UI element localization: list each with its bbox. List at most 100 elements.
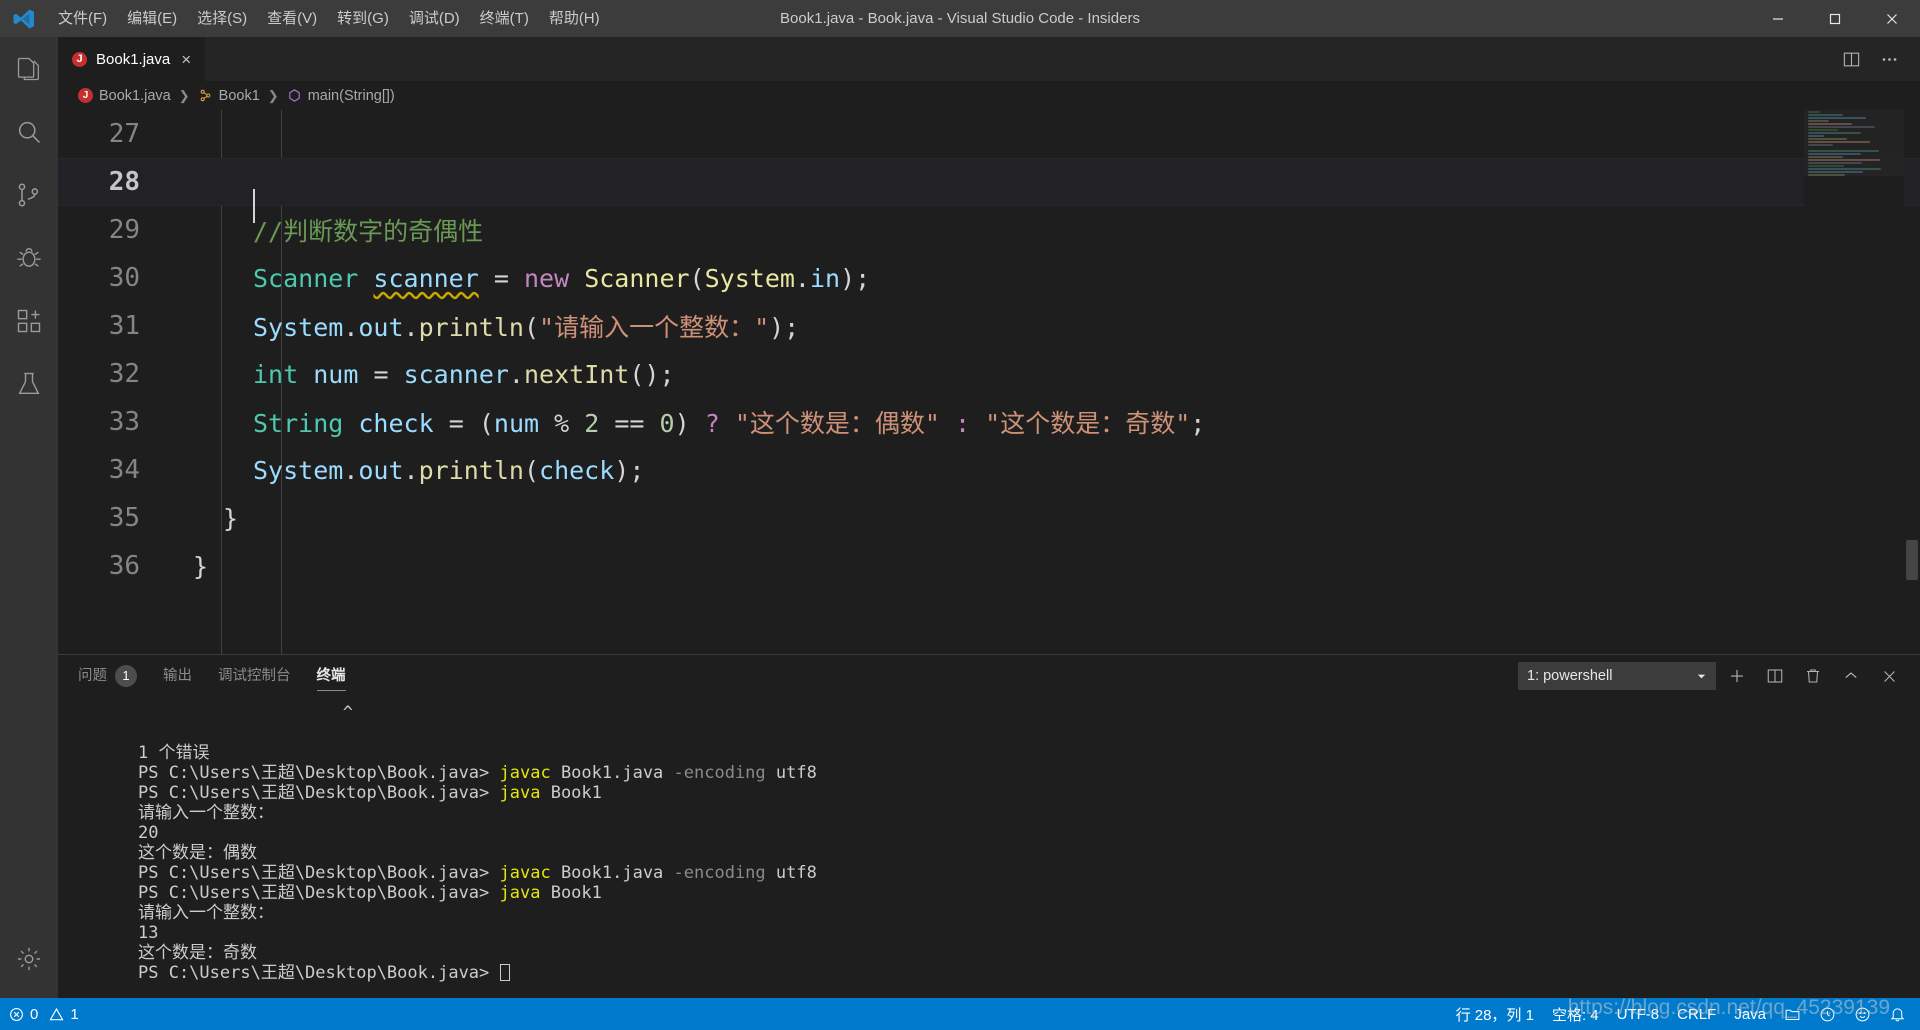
terminal-line-11: 13 <box>138 923 1920 943</box>
folder-icon[interactable] <box>1775 998 1810 1030</box>
code-line-30[interactable]: 30 Scanner scanner = new Scanner(System.i… <box>58 254 1920 302</box>
menu-item-4[interactable]: 转到(G) <box>327 0 399 37</box>
extensions-icon[interactable] <box>0 289 58 352</box>
trash-icon[interactable] <box>1796 659 1830 693</box>
code-line-28[interactable]: 28 <box>58 158 1920 223</box>
tabs-spacer <box>206 37 1834 81</box>
breadcrumb-item-1[interactable]: Book1 <box>198 88 260 104</box>
split-icon[interactable] <box>1758 659 1792 693</box>
menu-item-7[interactable]: 帮助(H) <box>539 0 610 37</box>
code-token: } <box>223 503 239 533</box>
code-token: . <box>343 313 359 342</box>
terminal-line-13: PS C:\Users\王超\Desktop\Book.java> <box>138 963 1920 983</box>
code-token: ); <box>840 263 871 293</box>
code-line-27[interactable]: 27 <box>58 110 1920 158</box>
menu-item-5[interactable]: 调试(D) <box>399 0 470 37</box>
terminal-text: javac <box>499 863 551 883</box>
breadcrumb: J Book1.java ❯ Book1 ❯ main(String[]) <box>58 81 1920 110</box>
menu-item-3[interactable]: 查看(V) <box>257 0 327 37</box>
warning-icon <box>49 1007 64 1022</box>
code-line-31[interactable]: 31 System.out.println("请输入一个整数："); <box>58 302 1920 350</box>
terminal-text: utf8 <box>765 763 817 783</box>
close-icon[interactable] <box>1872 659 1906 693</box>
code-token: new <box>523 263 570 293</box>
code-line-29[interactable]: 29 //判断数字的奇偶性 <box>58 206 1920 254</box>
terminal-line-9: PS C:\Users\王超\Desktop\Book.java> java B… <box>138 883 1920 903</box>
split-editor-icon[interactable] <box>1834 42 1868 76</box>
code-token: check <box>539 455 615 485</box>
menu-item-2[interactable]: 选择(S) <box>187 0 257 37</box>
tab-book1-java[interactable]: J Book1.java × <box>58 37 207 81</box>
editor-group: J Book1.java × J Book1.java ❯ Book1 ❯ ma… <box>58 37 1920 998</box>
code-token: . <box>403 455 419 485</box>
plus-icon[interactable] <box>1720 659 1754 693</box>
maximize-icon[interactable] <box>1806 0 1863 37</box>
terminal-cursor <box>499 964 510 981</box>
code-line-34[interactable]: 34 System.out.println(check); <box>58 446 1920 494</box>
method-icon <box>287 88 302 103</box>
menu-item-6[interactable]: 终端(T) <box>470 0 539 37</box>
menu-item-1[interactable]: 编辑(E) <box>117 0 187 37</box>
breadcrumb-item-0[interactable]: J Book1.java <box>78 88 171 104</box>
code-line-33[interactable]: 33 String check = (num % 2 == 0) ? "这个数是：… <box>58 398 1920 446</box>
terminal-selector[interactable]: 1: powershell <box>1518 662 1716 690</box>
chevron-up-icon[interactable] <box>1834 659 1868 693</box>
panel-tab-2[interactable]: 调试控制台 <box>218 655 291 697</box>
code-token: ) <box>674 409 690 438</box>
panel-tab-3[interactable]: 终端 <box>316 655 346 697</box>
source-control-icon[interactable] <box>0 163 58 226</box>
panel-tab-0[interactable]: 问题 1 <box>78 655 137 697</box>
panel-tab-1[interactable]: 输出 <box>163 655 192 697</box>
code-token: in <box>809 263 841 293</box>
search-icon[interactable] <box>0 100 58 163</box>
scrollbar-thumb[interactable] <box>1906 540 1918 580</box>
terminal-text: Book1.java <box>550 863 674 883</box>
code-token: "这个数是：奇数" <box>985 409 1191 438</box>
line-number: 35 <box>108 503 140 533</box>
code-token: . <box>403 313 419 342</box>
code-line-35[interactable]: 35} <box>58 494 1920 542</box>
files-icon[interactable] <box>0 37 58 100</box>
debug-icon[interactable] <box>0 226 58 289</box>
terminal-line-3: PS C:\Users\王超\Desktop\Book.java> javac … <box>138 763 1920 783</box>
code-line-36[interactable]: 36} <box>58 542 1920 590</box>
terminal-text: 1 个错误 <box>138 743 210 763</box>
terminal-text: javac <box>499 763 551 783</box>
code-token: ( <box>523 313 540 342</box>
editor-scrollbar[interactable] <box>1904 110 1920 654</box>
code-token: Scanner <box>253 263 359 293</box>
status-errors-warnings[interactable]: 0 1 <box>0 998 88 1030</box>
bell-icon[interactable] <box>1880 998 1920 1030</box>
code-token: "请输入一个整数：" <box>539 313 770 342</box>
smiley-icon[interactable] <box>1845 998 1880 1030</box>
breadcrumb-label: main(String[]) <box>307 87 395 104</box>
code-token: nextInt <box>523 359 630 389</box>
code-token: System <box>253 455 344 485</box>
status-indentation[interactable]: 空格: 4 <box>1543 998 1608 1030</box>
terminal-text: PS C:\Users\王超\Desktop\Book.java> <box>138 783 500 803</box>
close-icon[interactable]: × <box>179 51 193 68</box>
code-editor[interactable]: 27 28 29 //判断数字的奇偶性 30 Scanner scanner = new … <box>58 110 1920 654</box>
code-line-32[interactable]: 32 int num = scanner.nextInt(); <box>58 350 1920 398</box>
error-icon <box>9 1007 24 1022</box>
ellipsis-icon[interactable] <box>1872 42 1906 76</box>
status-language-mode[interactable]: Java <box>1725 998 1775 1030</box>
status-cursor-position[interactable]: 行 28，列 1 <box>1447 998 1543 1030</box>
code-lines: 27 28 29 //判断数字的奇偶性 30 Scanner scanner = new … <box>58 110 1920 654</box>
clock-icon[interactable] <box>1810 998 1845 1030</box>
terminal-output[interactable]: ^ 1 个错误 PS C:\Users\王超\Desktop\Book.java> … <box>58 697 1920 998</box>
menu-item-0[interactable]: 文件(F) <box>48 0 117 37</box>
close-icon[interactable] <box>1863 0 1920 37</box>
beaker-icon[interactable] <box>0 352 58 415</box>
status-eol[interactable]: CRLF <box>1668 998 1725 1030</box>
code-token: == <box>614 409 645 438</box>
code-token: println <box>418 455 524 485</box>
terminal-text: utf8 <box>765 863 817 883</box>
breadcrumb-item-2[interactable]: main(String[]) <box>287 88 395 104</box>
status-encoding[interactable]: UTF-8 <box>1608 998 1669 1030</box>
minimize-icon[interactable] <box>1749 0 1806 37</box>
menu-bar[interactable]: 文件(F) 编辑(E) 选择(S) 查看(V) 转到(G) 调试(D) 终端(T) 帮助(H) <box>48 0 610 37</box>
gear-icon[interactable] <box>0 927 58 990</box>
